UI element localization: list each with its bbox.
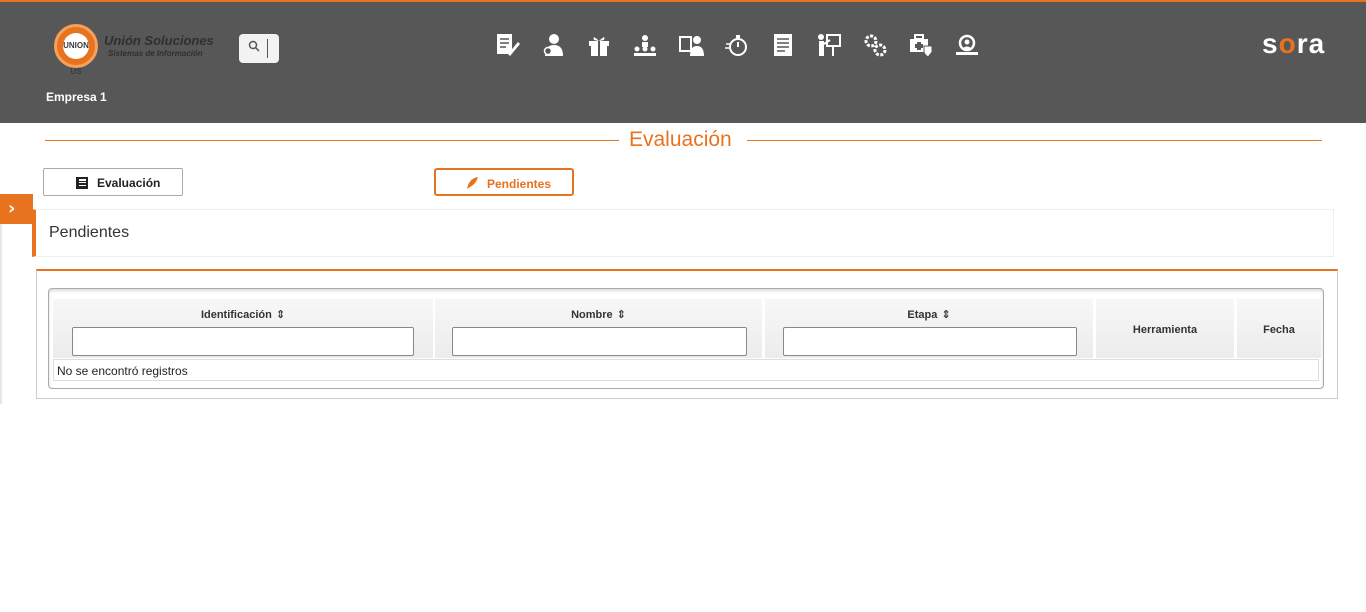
- feather-pen-icon: [465, 176, 479, 190]
- column-header-herramienta: Herramienta: [1096, 299, 1234, 358]
- medical-case-icon[interactable]: [908, 32, 934, 58]
- column-label: Herramienta: [1132, 324, 1198, 336]
- document-edit-icon[interactable]: [494, 32, 520, 58]
- empty-message: No se encontró registros: [57, 364, 188, 378]
- sort-icon[interactable]: ⇕: [276, 308, 285, 321]
- evaluacion-button[interactable]: Evaluación: [43, 168, 183, 196]
- logo-name: Unión Soluciones: [104, 33, 214, 48]
- chevron-right-icon: ›: [8, 198, 16, 219]
- sidebar-toggle[interactable]: ›: [0, 194, 33, 224]
- brand-s: s: [1262, 28, 1279, 59]
- sidebar-edge: [0, 224, 3, 404]
- column-label: Fecha: [1263, 324, 1295, 336]
- sort-icon[interactable]: ⇕: [941, 308, 950, 321]
- pendientes-table-container: Identificación ⇕ Nombre ⇕ Etapa ⇕ Herramien…: [36, 269, 1338, 399]
- search-caret: [267, 39, 268, 58]
- panel-heading: Pendientes: [49, 224, 130, 241]
- logo-tagline: Sistemas de Información: [108, 49, 203, 58]
- column-header-cell: Identificación ⇕: [53, 308, 433, 321]
- sort-icon[interactable]: ⇕: [617, 308, 626, 321]
- title-divider-left: [45, 140, 619, 141]
- column-header-identificacion[interactable]: Identificación ⇕: [53, 299, 433, 358]
- pendientes-button[interactable]: Pendientes: [434, 168, 574, 196]
- nombre-filter-input[interactable]: [452, 327, 747, 356]
- sora-logo[interactable]: sora: [1262, 28, 1325, 60]
- gears-icon[interactable]: [862, 32, 888, 58]
- user-card-icon[interactable]: [678, 32, 704, 58]
- page-title-row: Evaluación: [45, 126, 1322, 156]
- brand-ra: ra: [1296, 28, 1326, 59]
- column-header-nombre[interactable]: Nombre ⇕: [435, 299, 762, 358]
- search-icon: [248, 40, 260, 55]
- etapa-filter-input[interactable]: [783, 327, 1077, 356]
- logo-mark: UNION US: [63, 33, 89, 76]
- training-icon[interactable]: [816, 32, 842, 58]
- pendientes-panel-header: Pendientes: [32, 209, 1334, 257]
- column-label: Identificación: [200, 309, 272, 321]
- title-divider-right: [747, 140, 1322, 141]
- column-header-fecha: Fecha: [1237, 299, 1321, 358]
- search-button[interactable]: [239, 34, 279, 63]
- column-header-etapa[interactable]: Etapa ⇕: [765, 299, 1093, 358]
- page-title: Evaluación: [629, 128, 732, 151]
- evaluacion-button-label: Evaluación: [97, 176, 161, 190]
- column-header-cell: Etapa ⇕: [765, 308, 1093, 321]
- gift-icon[interactable]: [586, 32, 612, 58]
- column-label: Etapa: [907, 309, 938, 321]
- inspection-icon[interactable]: [954, 32, 980, 58]
- notebook-icon: [75, 176, 89, 190]
- identificacion-filter-input[interactable]: [72, 327, 414, 356]
- org-chart-icon[interactable]: [632, 32, 658, 58]
- company-name: Empresa 1: [46, 90, 107, 104]
- user-profile-icon[interactable]: [540, 32, 566, 58]
- table-empty-row: No se encontró registros: [53, 359, 1319, 381]
- report-icon[interactable]: [770, 32, 796, 58]
- company-logo[interactable]: UNION US Unión Soluciones Sistemas de In…: [54, 24, 224, 76]
- column-label: Nombre: [571, 309, 613, 321]
- brand-o: o: [1278, 28, 1297, 59]
- logo-badge: UNION US: [54, 24, 98, 76]
- column-header-cell: Nombre ⇕: [435, 308, 762, 321]
- stopwatch-icon[interactable]: [724, 32, 750, 58]
- pendientes-data-table: Identificación ⇕ Nombre ⇕ Etapa ⇕ Herramien…: [48, 288, 1324, 389]
- pendientes-button-label: Pendientes: [487, 177, 552, 191]
- top-bar: UNION US Unión Soluciones Sistemas de In…: [0, 0, 1366, 123]
